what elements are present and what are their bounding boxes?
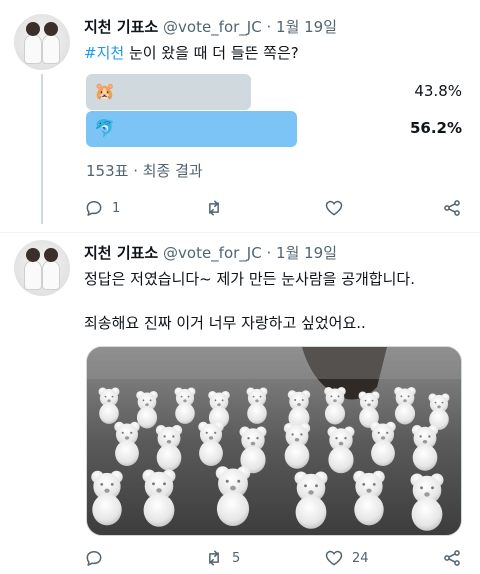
tweet-header: 지천 기표소 @vote_for_JC · 1월 19일 [84, 16, 337, 37]
handle[interactable]: @vote_for_JC [163, 18, 262, 36]
retweet-icon [209, 200, 219, 216]
share-icon [444, 550, 460, 566]
like-count: 24 [352, 550, 369, 566]
reply-button[interactable]: 1 [84, 196, 120, 220]
display-name[interactable]: 지천 기표소 [84, 244, 158, 262]
tweet-text: #지천 눈이 왔을 때 더 들뜬 쪽은? [84, 42, 299, 63]
avatar-head [44, 248, 58, 262]
reply-icon [86, 201, 102, 216]
retweet-icon [209, 550, 219, 566]
poll-summary: 153표 · 최종 결과 [86, 162, 203, 180]
tweet-actions: 5 24 [84, 546, 464, 570]
hamster-emoji-icon: 🐹 [94, 82, 116, 102]
tweet-divider [0, 232, 480, 233]
avatar-head [44, 22, 58, 36]
tweet-header: 지천 기표소 @vote_for_JC · 1월 19일 [84, 242, 337, 263]
poll-option-bar: 🐹 [86, 74, 251, 110]
like-button[interactable]: 24 [324, 546, 369, 570]
timestamp[interactable]: · 1월 19일 [266, 18, 337, 36]
poll-option-percent-winner: 56.2% [409, 119, 462, 137]
timestamp[interactable]: · 1월 19일 [266, 244, 337, 262]
reply-count: 1 [112, 200, 121, 216]
avatar[interactable] [14, 240, 70, 296]
share-button[interactable] [442, 546, 462, 570]
share-icon [444, 200, 460, 216]
tweet-text-line: 죄송해요 진짜 이거 너무 자랑하고 싶었어요.. [84, 314, 366, 332]
handle[interactable]: @vote_for_JC [163, 244, 262, 262]
poll-option-percent: 43.8% [414, 82, 462, 100]
tweet-photo[interactable] [86, 346, 462, 536]
reply-icon [86, 551, 102, 566]
dolphin-emoji-icon: 🐬 [94, 119, 116, 139]
tweet-actions: 1 [84, 196, 464, 220]
retweet-button[interactable] [204, 196, 232, 220]
hashtag-link[interactable]: #지천 [84, 44, 124, 62]
like-icon [325, 550, 343, 566]
tweet-text-body: 눈이 왔을 때 더 들뜬 쪽은? [124, 44, 299, 62]
like-icon [325, 200, 343, 216]
avatar-figure [24, 260, 42, 290]
snow-bears-image [87, 347, 461, 535]
avatar-head [26, 22, 40, 36]
thread-line [41, 74, 43, 224]
avatar-head [26, 248, 40, 262]
retweet-button[interactable]: 5 [204, 546, 240, 570]
share-button[interactable] [442, 196, 462, 220]
avatar-figure [42, 34, 60, 64]
tweet-text-line: 정답은 저였습니다~ 제가 만든 눈사람을 공개합니다. [84, 270, 415, 288]
avatar-figure [42, 260, 60, 290]
retweet-count: 5 [232, 550, 241, 566]
like-button[interactable] [324, 196, 352, 220]
reply-button[interactable] [84, 546, 112, 570]
display-name[interactable]: 지천 기표소 [84, 18, 158, 36]
poll-option-bar-winner: 🐬 [86, 111, 297, 147]
avatar[interactable] [14, 14, 70, 70]
avatar-figure [24, 34, 42, 64]
